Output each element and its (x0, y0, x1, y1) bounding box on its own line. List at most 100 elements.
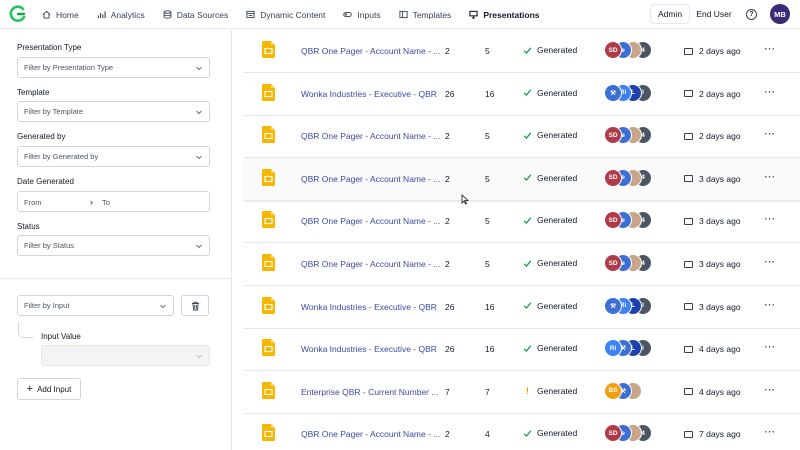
slide-count: 2 (445, 216, 450, 227)
toggle-icon (343, 12, 353, 17)
table-row[interactable]: Wonka Industries - Executive - QBR 26 16 Ge… (244, 286, 800, 329)
app-logo-icon[interactable] (9, 5, 27, 23)
date-cell: 2 days ago (684, 131, 741, 141)
user-avatar[interactable]: BS (604, 381, 622, 400)
presentation-name-link[interactable]: QBR One Pager - Account Name - ... (301, 429, 441, 439)
template-label: Template (17, 88, 50, 97)
table-row[interactable]: Enterprise QBR - Current Number ... 7 7! Ge… (244, 371, 800, 414)
nav-item-home[interactable]: Home (42, 0, 79, 29)
nav-item-dynamic-content[interactable]: Dynamic Content (246, 0, 325, 29)
status-text: Generated (537, 300, 578, 311)
slide-count: 2 (445, 173, 450, 184)
table-row[interactable]: QBR One Pager - Account Name - ... 2 4 Gene… (244, 413, 800, 450)
input-count: 16 (485, 88, 495, 99)
date-from-field[interactable]: From (24, 198, 42, 207)
table-row[interactable]: Wonka Industries - Executive - QBR 26 16 Ge… (244, 73, 800, 116)
more-options-icon[interactable]: ⋯ (764, 383, 775, 396)
date-range-picker[interactable]: From › To (17, 191, 210, 212)
presentation-name-link[interactable]: QBR One Pager - Account Name - ... (301, 259, 441, 269)
date-text: 2 days ago (699, 131, 741, 142)
nav-label: Inputs (357, 9, 381, 20)
presentation-name-link[interactable]: QBR One Pager - Account Name - ... (301, 216, 441, 226)
avatar-group: SD e 4 (604, 41, 652, 60)
presentation-name-link[interactable]: Enterprise QBR - Current Number ... (301, 387, 441, 397)
table-row[interactable]: QBR One Pager - Account Name - ... 2 5 Gene… (244, 115, 800, 159)
presentation-name-link[interactable]: Wonka Industries - Executive - QBR (301, 344, 441, 354)
status-text: Generated (537, 215, 578, 226)
user-avatar[interactable]: ⚒ (604, 296, 622, 315)
avatar-group: Ri ⚒ L I (604, 339, 652, 358)
add-input-button[interactable]: + Add Input (17, 378, 81, 400)
more-options-icon[interactable]: ⋯ (764, 127, 775, 140)
date-cell: 4 days ago (684, 387, 741, 397)
status-cell: Generated (523, 215, 577, 225)
table-row[interactable]: QBR One Pager - Account Name - ... 2 5 Gene… (244, 157, 800, 201)
table-row[interactable]: QBR One Pager - Account Name - ... 2 5 Gene… (244, 243, 800, 286)
select-placeholder: Filter by Generated by (24, 152, 99, 161)
user-avatar[interactable]: MB (770, 4, 790, 24)
presentation-name-link[interactable]: QBR One Pager - Account Name - ... (301, 174, 441, 184)
check-icon (523, 217, 532, 224)
calendar-icon (684, 388, 693, 396)
add-input-label: Add Input (37, 384, 72, 394)
date-text: 4 days ago (699, 386, 741, 397)
nav-item-data-sources[interactable]: Data Sources (163, 0, 228, 29)
input-filter-select[interactable]: Filter by Input (17, 295, 174, 316)
slides-file-icon (262, 424, 275, 442)
select-placeholder: Filter by Presentation Type (24, 63, 114, 72)
delete-input-button[interactable] (181, 295, 209, 316)
status-select[interactable]: Filter by Status (17, 235, 210, 256)
check-icon (523, 132, 532, 139)
table-row[interactable]: QBR One Pager - Account Name - ... 2 5 Gene… (244, 200, 800, 244)
nav-item-presentations[interactable]: Presentations (469, 0, 540, 29)
mouse-cursor-icon (461, 194, 469, 205)
presentation-list: QBR One Pager - Account Name - ... 2 5 Gene… (244, 30, 800, 450)
date-to-field[interactable]: To (102, 198, 110, 207)
presentation-icon (469, 10, 478, 19)
slide-count: 2 (445, 429, 450, 440)
user-avatar[interactable]: SD (604, 254, 622, 272)
presentation-type-select[interactable]: Filter by Presentation Type (17, 57, 210, 78)
template-select[interactable]: Filter by Template (17, 101, 210, 122)
input-count: 5 (485, 131, 490, 142)
calendar-icon (684, 132, 693, 140)
nav-item-inputs[interactable]: Inputs (343, 0, 381, 29)
chevron-down-icon (160, 304, 166, 309)
more-options-icon[interactable]: ⋯ (764, 42, 775, 55)
more-options-icon[interactable]: ⋯ (764, 425, 775, 438)
user-avatar[interactable]: SD (604, 168, 622, 187)
more-options-icon[interactable]: ⋯ (764, 170, 775, 183)
calendar-icon (684, 217, 693, 225)
slides-file-icon (262, 211, 275, 229)
admin-mode-button[interactable]: Admin (650, 4, 690, 24)
help-icon[interactable]: ? (746, 9, 757, 20)
nav-item-templates[interactable]: Templates (399, 0, 452, 29)
presentation-name-link[interactable]: Wonka Industries - Executive - QBR (301, 89, 441, 99)
user-avatar[interactable]: SD (604, 41, 622, 59)
presentation-name-link[interactable]: Wonka Industries - Executive - QBR (301, 302, 441, 312)
nav-item-analytics[interactable]: Analytics (97, 0, 145, 29)
calendar-icon (684, 47, 693, 55)
more-options-icon[interactable]: ⋯ (764, 212, 775, 225)
date-generated-label: Date Generated (17, 177, 74, 186)
date-text: 2 days ago (699, 88, 741, 99)
more-options-icon[interactable]: ⋯ (764, 255, 775, 268)
slide-count: 26 (445, 301, 455, 312)
input-value-select[interactable] (41, 345, 210, 366)
status-cell: Generated (523, 258, 577, 268)
end-user-mode-button[interactable]: End User (694, 4, 734, 24)
date-cell: 3 days ago (684, 259, 741, 269)
table-row[interactable]: Wonka Industries - Executive - QBR 26 16 Ge… (244, 328, 800, 372)
generated-by-select[interactable]: Filter by Generated by (17, 146, 210, 167)
presentation-name-link[interactable]: QBR One Pager - Account Name - ... (301, 131, 441, 141)
more-options-icon[interactable]: ⋯ (764, 85, 775, 98)
nav-label: Templates (412, 9, 452, 20)
more-options-icon[interactable]: ⋯ (764, 298, 775, 311)
table-row[interactable]: QBR One Pager - Account Name - ... 2 5 Gene… (244, 30, 800, 73)
chevron-down-icon (196, 66, 202, 71)
presentation-type-label: Presentation Type (17, 43, 82, 52)
user-avatar[interactable]: ⚒ (604, 83, 622, 102)
more-options-icon[interactable]: ⋯ (764, 340, 775, 353)
presentation-name-link[interactable]: QBR One Pager - Account Name - ... (301, 46, 441, 56)
generated-by-label: Generated by (17, 132, 66, 141)
